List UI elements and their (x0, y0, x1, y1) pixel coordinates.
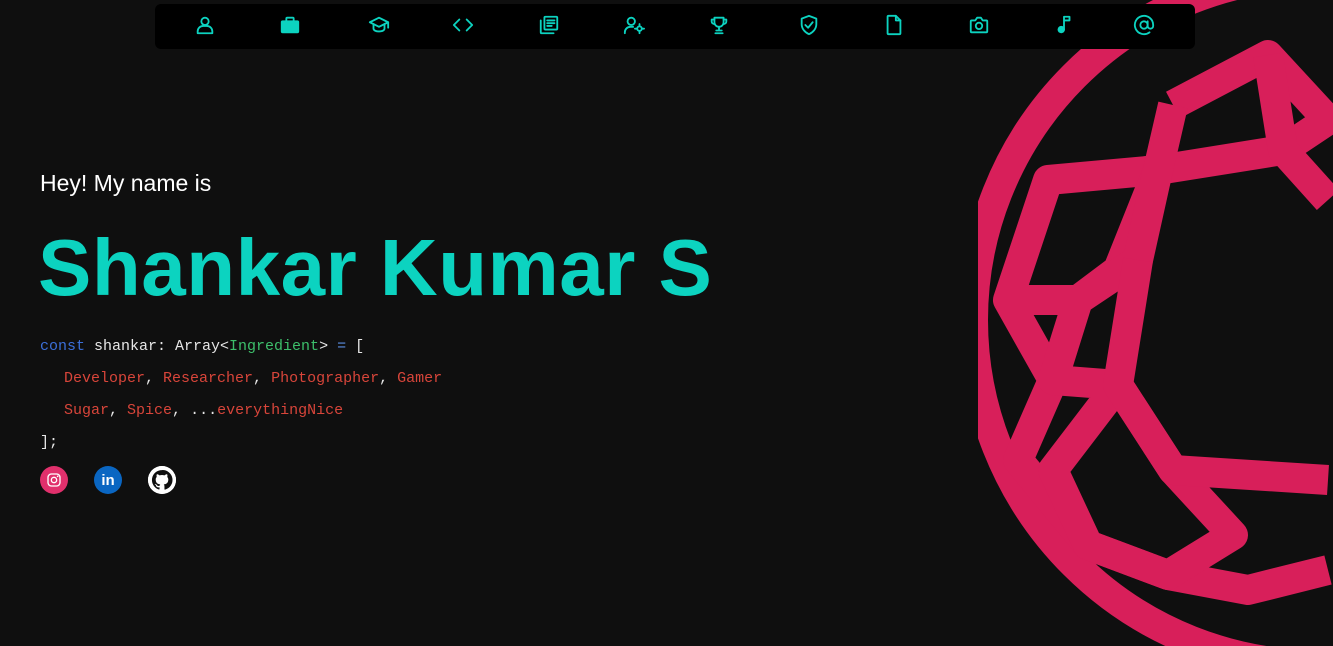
code-separator: , (172, 402, 191, 419)
code-generic-close: > (319, 338, 338, 355)
nav-about[interactable] (192, 12, 218, 38)
code-separator: , (145, 370, 164, 387)
code-separator: , (379, 370, 398, 387)
person-settings-icon (623, 16, 645, 35)
nav-skills[interactable] (621, 12, 647, 38)
code-item: Gamer (397, 370, 443, 387)
code-snippet: const shankar: Array<Ingredient> = [ Dev… (40, 336, 442, 464)
nav-education[interactable] (366, 12, 392, 38)
nav-certifications[interactable] (796, 12, 822, 38)
nav-achievements[interactable] (706, 12, 732, 38)
nav-contact[interactable] (1131, 12, 1157, 38)
code-item: Researcher (163, 370, 254, 387)
code-type: Ingredient (229, 338, 320, 355)
library-books-icon (539, 15, 559, 35)
at-sign-icon (1133, 14, 1155, 36)
code-spread: ... (190, 402, 218, 419)
graduation-cap-icon (368, 16, 390, 33)
nav-publications[interactable] (536, 12, 562, 38)
trophy-icon (710, 16, 728, 35)
music-note-icon (1057, 15, 1071, 34)
nav-projects[interactable] (450, 12, 476, 38)
github-link[interactable] (148, 466, 176, 494)
code-item: Sugar (64, 402, 110, 419)
camera-icon (969, 16, 989, 34)
code-equals: = (337, 338, 347, 355)
code-separator: , (253, 370, 272, 387)
nav-resume[interactable] (881, 12, 907, 38)
greeting-text: Hey! My name is (40, 170, 212, 196)
code-line-4: ]; (40, 434, 59, 451)
code-line-3: Sugar, Spice, ...everythingNice (40, 400, 442, 432)
document-icon (886, 14, 902, 36)
code-item: everythingNice (217, 402, 344, 419)
code-separator: , (109, 402, 128, 419)
instagram-link[interactable] (40, 466, 68, 494)
linkedin-link[interactable]: in (94, 466, 122, 494)
code-item: Photographer (271, 370, 380, 387)
verified-shield-icon (800, 14, 818, 36)
top-navbar (155, 4, 1195, 49)
code-line-1: const shankar: Array<Ingredient> = [ (40, 336, 442, 368)
linkedin-icon: in (101, 471, 115, 489)
instagram-icon (47, 473, 61, 487)
hero-name: Shankar Kumar S (38, 223, 713, 312)
code-line-2: Developer, Researcher, Photographer, Gam… (40, 368, 442, 400)
code-item: Spice (127, 402, 173, 419)
github-icon (148, 466, 176, 494)
nav-music[interactable] (1051, 12, 1077, 38)
code-icon (452, 18, 474, 32)
nav-photography[interactable] (966, 12, 992, 38)
code-keyword: const (40, 338, 86, 355)
code-open-bracket: [ (346, 338, 365, 355)
briefcase-icon (280, 16, 300, 34)
nav-experience[interactable] (277, 12, 303, 38)
code-item: Developer (64, 370, 146, 387)
code-variable: shankar: Array< (85, 338, 230, 355)
person-icon (196, 16, 214, 35)
decorative-ring-graphic (978, 0, 1333, 646)
